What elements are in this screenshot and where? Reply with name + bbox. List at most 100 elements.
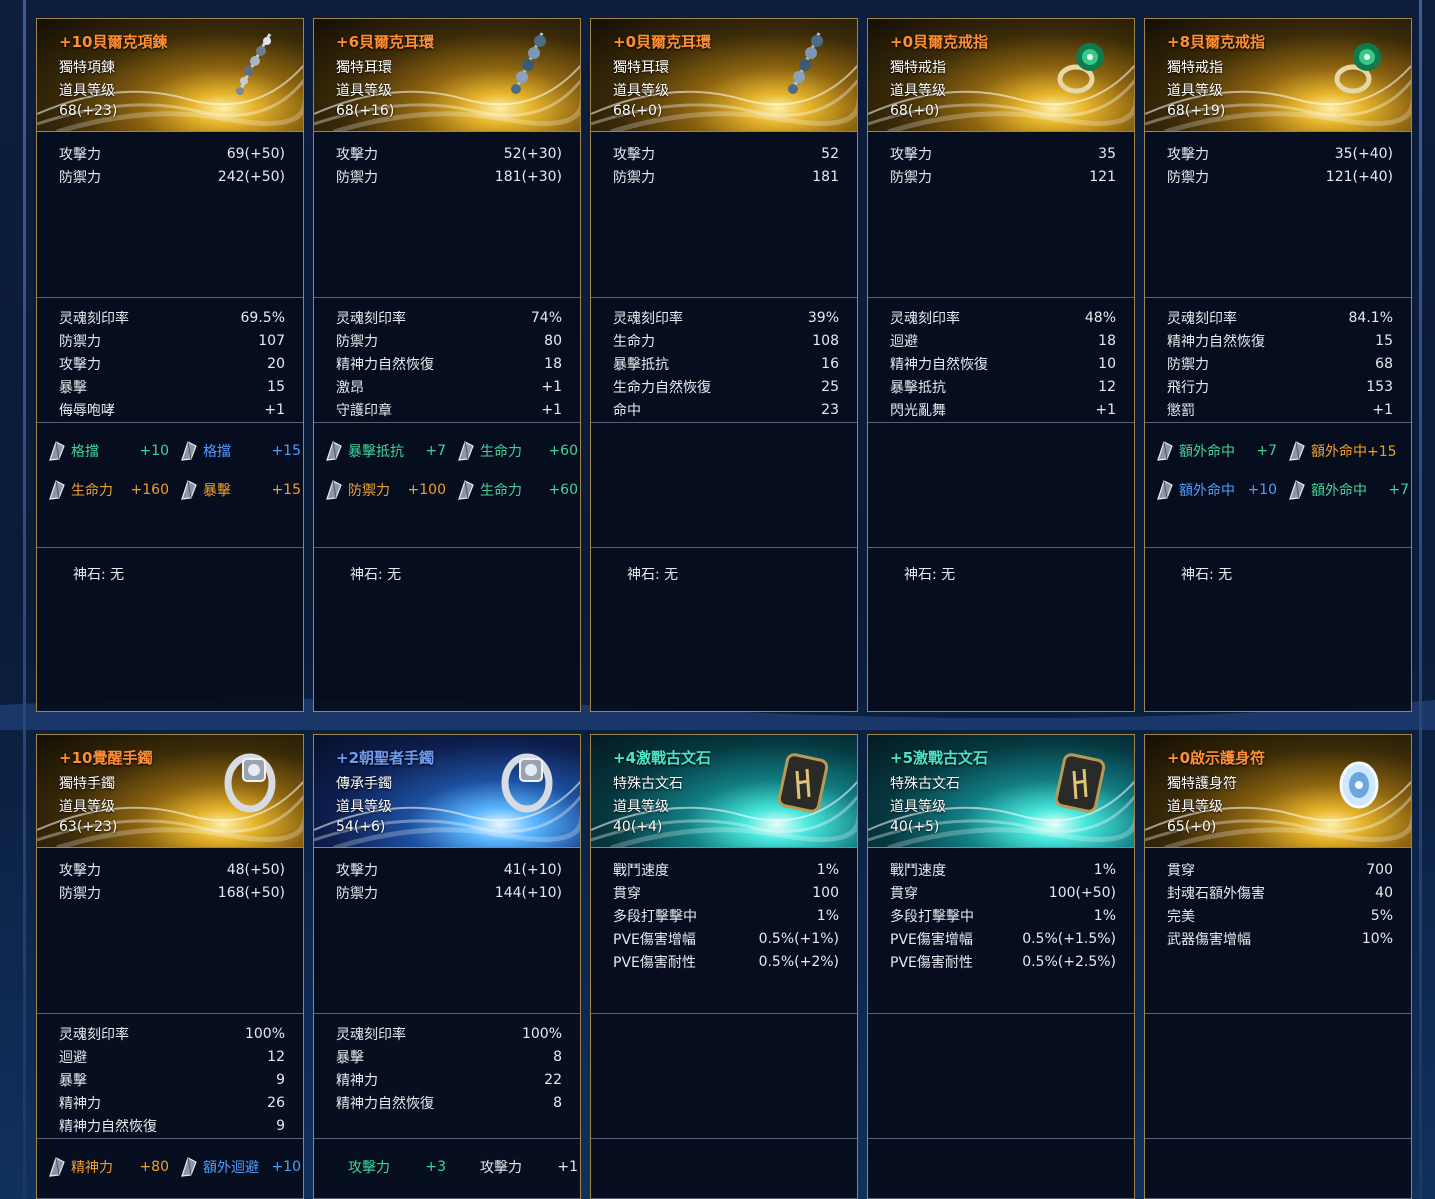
stat-row: 貫穿 100(+50): [890, 883, 1116, 903]
item-level: 68(+0): [613, 103, 663, 119]
manastone-slot[interactable]: 精神力 +80: [47, 1156, 169, 1178]
item-card[interactable]: +5激戰古文石 特殊古文石 道具等级 40(+5) 戰鬥速度 1% 貫穿 100(+50) 多段…: [867, 734, 1135, 1199]
soul-stats: [1145, 1014, 1411, 1139]
manastone-slot[interactable]: 額外命中 +10: [1155, 479, 1277, 501]
base-stats: 攻擊力 35(+40) 防禦力 121(+40): [1145, 132, 1411, 298]
stat-row: 完美 5%: [1167, 906, 1393, 926]
soul-stat-row: 精神力自然恢復 8: [336, 1093, 562, 1113]
base-stats: 攻擊力 35 防禦力 121: [868, 132, 1134, 298]
manastone-slots: [591, 1139, 857, 1199]
manastone-slot[interactable]: 生命力 +60: [456, 440, 578, 462]
manastone-slot[interactable]: 生命力 +160: [47, 479, 169, 501]
manastone-name: 額外命中+15: [1311, 444, 1397, 460]
soul-stat-row: 懲罰 +1: [1167, 400, 1393, 420]
stat-value: 16: [821, 356, 839, 372]
item-card[interactable]: +2朝聖者手鐲 傳承手鐲 道具等级 54(+6) 攻擊力 41(+10) 防禦力 144(+1…: [313, 734, 581, 1199]
manastone-slot[interactable]: 額外命中 +7: [1155, 440, 1277, 462]
stat-value: 39%: [807, 310, 839, 326]
stat-row: PVE傷害耐性 0.5%(+2.5%): [890, 952, 1116, 972]
manastone-empty-icon: [324, 1156, 344, 1178]
stat-value: 700: [1366, 862, 1393, 878]
manastone-icon: [179, 479, 199, 501]
earring-icon: [492, 29, 562, 101]
stat-row: 攻擊力 69(+50): [59, 144, 285, 164]
item-card[interactable]: +4激戰古文石 特殊古文石 道具等级 40(+4) 戰鬥速度 1% 貫穿 100 多段打擊擊中 1…: [590, 734, 858, 1199]
manastone-name: 額外命中: [1179, 444, 1235, 460]
soul-stat-row: 精神力自然恢復 10: [890, 354, 1116, 374]
stat-value: 181(+30): [494, 169, 562, 185]
stat-name: 暴擊: [336, 1050, 364, 1066]
stat-value: 168(+50): [217, 885, 285, 901]
manastone-slot[interactable]: 格擋 +10: [47, 440, 169, 462]
manastone-slot[interactable]: 暴擊抵抗 +7: [324, 440, 446, 462]
stat-value: 20: [267, 356, 285, 372]
manastone-slots: [591, 423, 857, 548]
stat-name: 防禦力: [613, 170, 655, 186]
stat-row: 攻擊力 52: [613, 144, 839, 164]
stat-value: +1: [541, 402, 562, 418]
manastone-name: 生命力: [71, 483, 113, 499]
item-level-label: 道具等级: [336, 83, 392, 99]
item-header: +0貝爾克戒指 獨特戒指 道具等级 68(+0): [868, 19, 1134, 132]
manastone-slot[interactable]: 額外命中+15: [1287, 440, 1409, 462]
stat-value: 69(+50): [226, 146, 285, 162]
item-card[interactable]: +10貝爾克項鍊 獨特項鍊 道具等级 68(+23) 攻擊力 69(+50) 防禦力 242(…: [36, 18, 304, 712]
stat-name: 貫穿: [1167, 863, 1195, 879]
item-level-label: 道具等级: [59, 83, 115, 99]
item-card[interactable]: +0貝爾克耳環 獨特耳環 道具等级 68(+0) 攻擊力 52 防禦力 181 灵魂刻印率 39%…: [590, 18, 858, 712]
stat-name: 防禦力: [1167, 170, 1209, 186]
stat-name: 戰鬥速度: [613, 863, 669, 879]
item-level: 68(+23): [59, 103, 118, 119]
stat-value: 10%: [1361, 931, 1393, 947]
soul-stats: [868, 1014, 1134, 1139]
stat-name: PVE傷害增幅: [890, 932, 973, 948]
stat-name: 攻擊力: [890, 147, 932, 163]
necklace-icon: [215, 29, 285, 101]
soul-stat-row: 灵魂刻印率 84.1%: [1167, 308, 1393, 328]
manastone-slot[interactable]: 格擋 +15: [179, 440, 301, 462]
stat-name: 封魂石額外傷害: [1167, 886, 1265, 902]
manastone-slot[interactable]: 暴擊 +15: [179, 479, 301, 501]
stat-value: 1%: [1093, 908, 1116, 924]
manastone-slot[interactable]: 額外迴避 +10: [179, 1156, 301, 1178]
stat-row: 攻擊力 35: [890, 144, 1116, 164]
stat-name: 精神力自然恢復: [890, 357, 988, 373]
manastone-name: 攻擊力: [348, 1160, 390, 1176]
item-card[interactable]: +6貝爾克耳環 獨特耳環 道具等级 68(+16) 攻擊力 52(+30) 防禦力 181(+…: [313, 18, 581, 712]
item-level-label: 道具等级: [1167, 799, 1223, 815]
stat-name: 防禦力: [59, 886, 101, 902]
item-card[interactable]: +10覺醒手鐲 獨特手鐲 道具等级 63(+23) 攻擊力 48(+50) 防禦力 168(+…: [36, 734, 304, 1199]
item-level-label: 道具等级: [613, 83, 669, 99]
soul-stat-row: 精神力自然恢復 9: [59, 1116, 285, 1136]
manastone-slots: [868, 423, 1134, 548]
item-card[interactable]: +0貝爾克戒指 獨特戒指 道具等级 68(+0) 攻擊力 35 防禦力 121 灵魂刻印率 48%…: [867, 18, 1135, 712]
manastone-slot[interactable]: 防禦力 +100: [324, 479, 446, 501]
bracelet-icon: [215, 745, 285, 817]
manastone-slots: 格擋 +10 格擋 +15 生命力 +160 暴擊 +15: [37, 423, 303, 548]
godstone-section: 神石: 无: [591, 548, 857, 711]
stat-value: 0.5%(+2%): [758, 954, 839, 970]
manastone-slot[interactable]: 攻擊力 +1: [456, 1156, 578, 1178]
manastone-icon: [1155, 479, 1175, 501]
stat-name: 防禦力: [336, 334, 378, 350]
left-frame-line: [23, 0, 26, 1199]
item-header: +0啟示護身符 獨特護身符 道具等级 65(+0): [1145, 735, 1411, 848]
stat-value: +1: [1095, 402, 1116, 418]
manastone-name: 格擋: [203, 444, 231, 460]
manastone-icon: [179, 440, 199, 462]
item-card[interactable]: +0啟示護身符 獨特護身符 道具等级 65(+0) 貫穿 700 封魂石額外傷害 40 完美 5%…: [1144, 734, 1412, 1199]
manastone-slot[interactable]: 生命力 +60: [456, 479, 578, 501]
base-stats: 貫穿 700 封魂石額外傷害 40 完美 5% 武器傷害增幅 10%: [1145, 848, 1411, 1014]
stat-row: 防禦力 168(+50): [59, 883, 285, 903]
item-card[interactable]: +8貝爾克戒指 獨特戒指 道具等级 68(+19) 攻擊力 35(+40) 防禦力 121(+…: [1144, 18, 1412, 712]
manastone-slot[interactable]: 攻擊力 +3: [324, 1156, 446, 1178]
manastone-slot[interactable]: 額外命中 +7: [1287, 479, 1409, 501]
soul-stat-row: 暴擊 15: [59, 377, 285, 397]
stat-name: 防禦力: [59, 334, 101, 350]
base-stats: 攻擊力 48(+50) 防禦力 168(+50): [37, 848, 303, 1014]
soul-stat-row: 防禦力 68: [1167, 354, 1393, 374]
base-stats: 戰鬥速度 1% 貫穿 100(+50) 多段打擊擊中 1% PVE傷害增幅 0.5%(+1.5…: [868, 848, 1134, 1014]
stat-row: 防禦力 121(+40): [1167, 167, 1393, 187]
manastone-slots: [1145, 1139, 1411, 1199]
stat-row: 攻擊力 52(+30): [336, 144, 562, 164]
